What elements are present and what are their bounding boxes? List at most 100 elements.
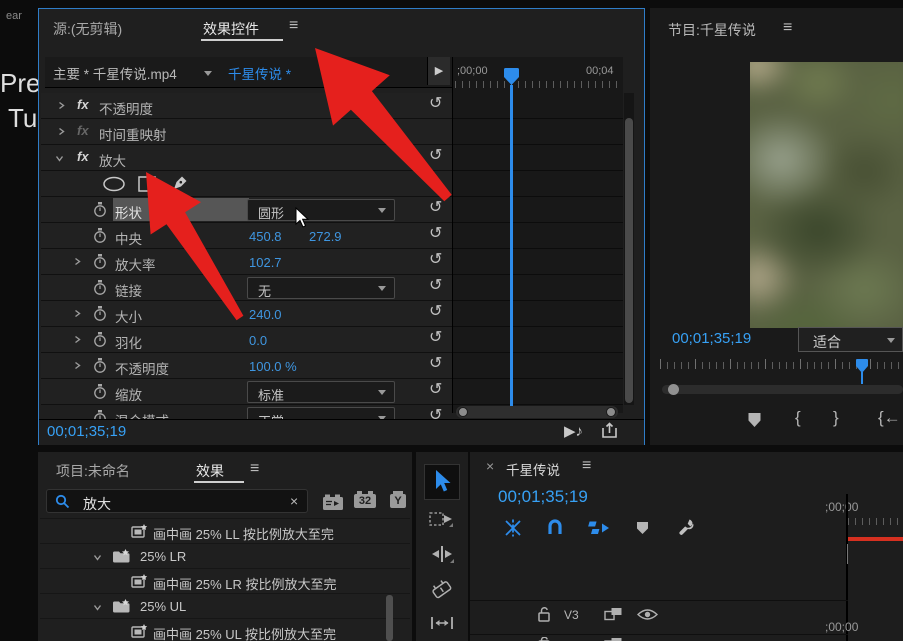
selection-tool[interactable] — [432, 469, 452, 495]
stopwatch-icon[interactable] — [93, 280, 107, 295]
ec-ruler-ticks[interactable] — [455, 81, 623, 88]
slip-tool[interactable] — [430, 614, 454, 632]
mark-out-icon[interactable]: } — [833, 408, 839, 428]
fx-badge-icon[interactable]: fx — [77, 97, 89, 112]
pen-mask-icon[interactable] — [171, 174, 189, 192]
expand-chevron-icon[interactable] — [73, 257, 82, 266]
tab-effects[interactable]: 效果 — [196, 461, 224, 481]
preset-bin-item[interactable]: 25% UL — [40, 593, 410, 619]
effect-row-opacity-fx[interactable]: fx 不透明度 ↺ — [41, 93, 623, 119]
export-frame-icon[interactable] — [601, 422, 619, 439]
reset-property-icon[interactable]: ↺ — [429, 330, 442, 346]
sync-lock-icon[interactable] — [604, 607, 623, 621]
fx-badge-icon[interactable]: fx — [77, 149, 89, 164]
property-row-magnification[interactable]: 放大率 102.7 ↺ — [41, 249, 623, 275]
track-v3-label[interactable]: V3 — [564, 608, 579, 622]
zoom-level-dropdown[interactable]: 适合 — [798, 327, 903, 352]
expand-chevron-icon[interactable] — [73, 309, 82, 318]
toggle-track-output-eye-icon[interactable] — [637, 608, 658, 621]
ec-playhead-line[interactable] — [510, 85, 513, 407]
fx-badge-icon[interactable]: fx — [77, 123, 89, 138]
scaling-dropdown[interactable]: 标准 — [247, 381, 395, 403]
program-scrollbar[interactable] — [662, 385, 903, 394]
go-to-in-icon[interactable]: {← — [878, 408, 901, 428]
magnification-value[interactable]: 102.7 — [249, 255, 282, 270]
ripple-edit-tool[interactable] — [429, 544, 455, 564]
nest-insert-icon[interactable] — [503, 518, 523, 538]
property-row-scaling[interactable]: 缩放 标准 ↺ — [41, 379, 623, 405]
reset-property-icon[interactable]: ↺ — [429, 278, 442, 294]
property-row-center[interactable]: 中央 450.8 272.9 ↺ — [41, 223, 623, 249]
tab-project[interactable]: 项目:未命名 — [56, 461, 130, 481]
center-x-value[interactable]: 450.8 — [249, 229, 282, 244]
timeline-playhead-line[interactable] — [847, 544, 848, 564]
effect-row-magnify[interactable]: fx 放大 ↺ — [41, 145, 623, 171]
ec-playhead-marker[interactable] — [503, 67, 520, 86]
timeline-timecode[interactable]: 00;01;35;19 — [498, 487, 588, 507]
expand-chevron-icon[interactable] — [73, 335, 82, 344]
tab-source-monitor[interactable]: 源:(无剪辑) — [53, 19, 122, 39]
snap-magnet-icon[interactable] — [546, 518, 564, 536]
reset-effect-icon[interactable]: ↺ — [429, 148, 442, 164]
program-panel-title[interactable]: 节目:千星传说 — [668, 20, 756, 40]
accelerated-effects-badge-icon[interactable] — [322, 493, 344, 511]
stopwatch-icon[interactable] — [93, 410, 107, 419]
collapse-chevron-icon[interactable] — [93, 603, 102, 612]
timeline-ruler-ticks[interactable] — [848, 518, 903, 525]
ec-zoom-handle-right[interactable] — [606, 407, 616, 417]
property-row-feather[interactable]: 羽化 0.0 ↺ — [41, 327, 623, 353]
add-marker-icon[interactable] — [747, 412, 762, 428]
property-row-shape[interactable]: 形状 圆形 ↺ — [41, 197, 623, 223]
add-marker-icon[interactable] — [636, 521, 649, 535]
sequence-clip-label[interactable]: 千星传说 * — [228, 63, 291, 83]
stopwatch-icon[interactable] — [93, 306, 107, 321]
effects-list-scrollbar-thumb[interactable] — [386, 595, 393, 641]
effect-row-time-remap[interactable]: fx 时间重映射 — [41, 119, 623, 145]
play-around-button[interactable]: ▶ — [427, 57, 450, 85]
timeline-tab-label[interactable]: 千星传说 — [506, 459, 560, 479]
stopwatch-icon[interactable] — [93, 228, 107, 243]
panel-menu-icon[interactable]: ≡ — [289, 17, 298, 35]
feather-value[interactable]: 0.0 — [249, 333, 267, 348]
master-clip-label[interactable]: 主要 * 千星传说.mp4 — [53, 63, 177, 83]
stopwatch-icon[interactable] — [93, 202, 107, 217]
reset-property-icon[interactable]: ↺ — [429, 382, 442, 398]
sequence-clip-label-more[interactable]: 传说.... — [338, 63, 380, 83]
property-row-opacity[interactable]: 不透明度 100.0 % ↺ — [41, 353, 623, 379]
panel-menu-icon[interactable]: ≡ — [783, 19, 792, 37]
reset-property-icon[interactable]: ↺ — [429, 356, 442, 372]
stopwatch-icon[interactable] — [93, 358, 107, 373]
track-lock-icon[interactable] — [538, 606, 551, 622]
panel-menu-icon[interactable]: ≡ — [250, 460, 259, 478]
program-timecode[interactable]: 00;01;35;19 — [672, 330, 751, 347]
blend-mode-dropdown[interactable]: 正常 — [247, 407, 395, 419]
timeline-settings-wrench-icon[interactable] — [676, 517, 695, 536]
expand-chevron-icon[interactable] — [73, 361, 82, 370]
collapse-chevron-icon[interactable] — [93, 553, 102, 562]
razor-tool[interactable] — [430, 578, 454, 600]
effect-preset-item[interactable]: 画中画 25% UL 按比例放大至完 — [40, 618, 410, 641]
shape-dropdown[interactable]: 圆形 — [247, 199, 395, 221]
close-tab-icon[interactable]: × — [486, 458, 494, 474]
effect-preset-item[interactable]: 画中画 25% LL 按比例放大至完 — [40, 518, 410, 544]
ec-vertical-scrollbar-thumb[interactable] — [625, 118, 633, 403]
play-audio-icon[interactable]: ▶♪ — [564, 422, 583, 440]
reset-property-icon[interactable]: ↺ — [429, 200, 442, 216]
search-input[interactable]: 放大 × — [46, 489, 308, 513]
property-row-size[interactable]: 大小 240.0 ↺ — [41, 301, 623, 327]
preset-bin-item[interactable]: 25% LR — [40, 543, 410, 569]
yuv-badge-icon[interactable]: Y — [390, 494, 406, 508]
expand-chevron-icon[interactable] — [57, 127, 66, 136]
property-row-link[interactable]: 链接 无 ↺ — [41, 275, 623, 301]
size-value[interactable]: 240.0 — [249, 307, 282, 322]
program-scroll-handle[interactable] — [668, 384, 679, 395]
stopwatch-icon[interactable] — [93, 332, 107, 347]
panel-menu-icon[interactable]: ≡ — [582, 457, 591, 475]
link-dropdown[interactable]: 无 — [247, 277, 395, 299]
bit-depth-badge-icon[interactable]: 32 — [354, 494, 376, 508]
collapse-chevron-icon[interactable] — [55, 154, 64, 163]
track-lock-icon[interactable] — [538, 637, 551, 641]
reset-property-icon[interactable]: ↺ — [429, 226, 442, 242]
effect-preset-item[interactable]: 画中画 25% LR 按比例放大至完 — [40, 568, 410, 594]
clear-search-icon[interactable]: × — [290, 493, 298, 509]
